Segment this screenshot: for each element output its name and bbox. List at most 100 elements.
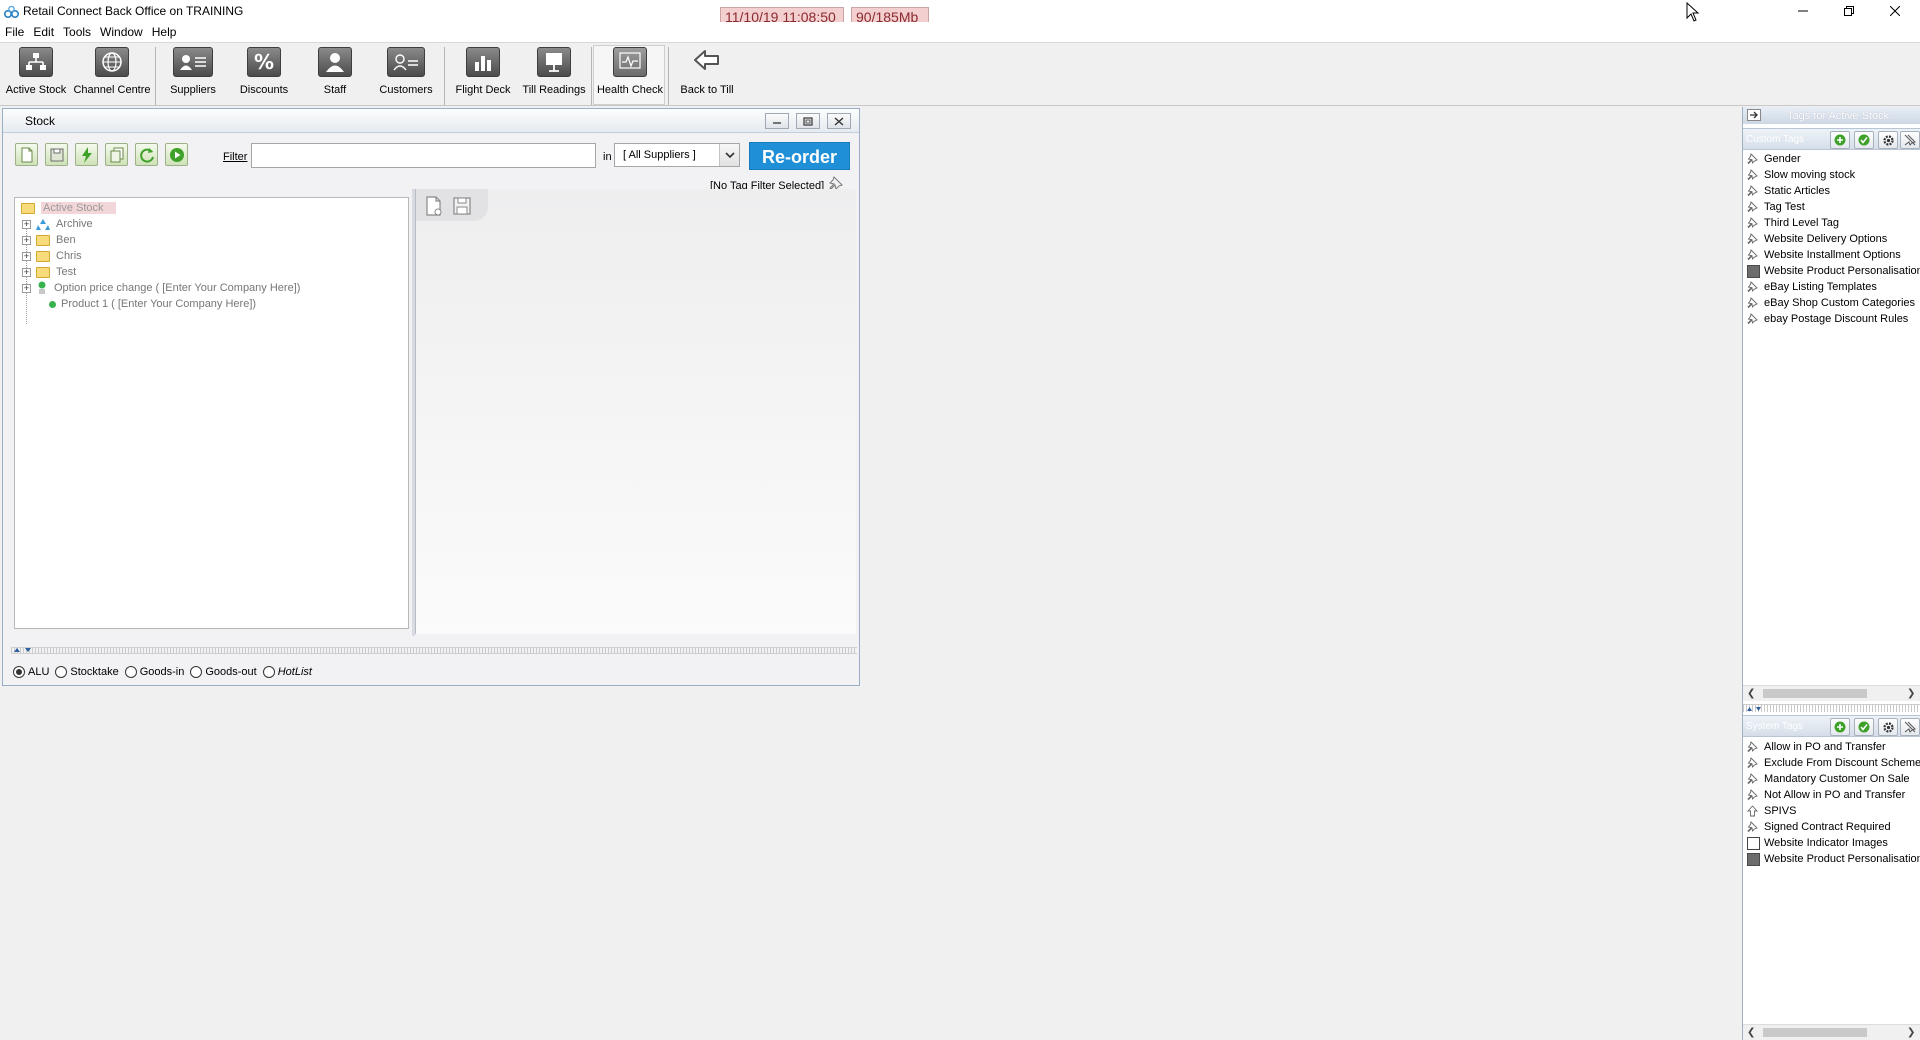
supplier-select[interactable]: [ All Suppliers ] (614, 143, 740, 167)
tag-settings-button[interactable] (1878, 131, 1898, 149)
tree-node-archive[interactable]: + Archive (22, 216, 93, 232)
tree-node-option-price-change[interactable]: + Option price change ( [Enter Your Comp… (22, 280, 300, 296)
save-disk-icon[interactable] (452, 195, 472, 217)
stock-window-title: Stock (25, 114, 56, 128)
supplier-dropdown-button[interactable] (719, 144, 739, 166)
mode-goods-in-radio[interactable]: Goods-in (124, 666, 184, 678)
scroll-left-icon[interactable]: ❮ (1747, 688, 1755, 699)
mode-alu-radio[interactable]: ALU (13, 666, 49, 678)
custom-tag-item[interactable]: Static Articles (1747, 183, 1830, 199)
splitter-arrows-icon[interactable] (13, 646, 35, 654)
play-icon (169, 147, 184, 162)
horizontal-splitter[interactable] (11, 647, 857, 654)
expand-icon[interactable]: + (22, 235, 31, 245)
menu-file[interactable]: File (5, 25, 24, 39)
collapse-arrow-icon[interactable] (1747, 109, 1761, 121)
system-tags-scrollbar[interactable]: ❮ ❯ (1743, 1024, 1920, 1040)
arrow-up-icon (1747, 805, 1758, 817)
stock-minimize-button[interactable] (765, 113, 789, 129)
custom-tag-item[interactable]: Website Delivery Options (1747, 231, 1887, 247)
menu-edit[interactable]: Edit (33, 25, 54, 39)
till-readings-button[interactable]: Till Readings (520, 47, 588, 103)
new-document-icon[interactable] (424, 195, 444, 217)
new-item-button[interactable] (15, 143, 38, 166)
reorder-button[interactable]: Re-order (749, 142, 850, 170)
apply-tag-button[interactable] (1854, 131, 1874, 149)
flight-deck-button[interactable]: Flight Deck (453, 47, 513, 103)
custom-tag-item[interactable]: eBay Shop Custom Categories (1747, 295, 1915, 311)
tree-root-node[interactable]: Active Stock (21, 200, 116, 216)
menu-window[interactable]: Window (100, 25, 143, 39)
scroll-right-icon[interactable]: ❯ (1907, 1027, 1915, 1038)
tag-panel-splitter[interactable] (1743, 704, 1920, 712)
custom-tag-item[interactable]: Third Level Tag (1747, 215, 1839, 231)
system-tag-item[interactable]: Website Indicator Images (1747, 835, 1888, 851)
custom-tags-scrollbar[interactable]: ❮ ❯ (1743, 685, 1920, 701)
save-button[interactable] (45, 143, 68, 166)
menu-help[interactable]: Help (152, 25, 177, 39)
scroll-right-icon[interactable]: ❯ (1907, 688, 1915, 699)
menu-tools[interactable]: Tools (63, 25, 91, 39)
health-check-button[interactable]: Health Check (596, 47, 664, 103)
quick-action-button[interactable] (75, 143, 98, 166)
custom-tag-item[interactable]: Tag Test (1747, 199, 1805, 215)
expand-icon[interactable]: + (22, 219, 31, 229)
custom-tag-item[interactable]: Gender (1747, 151, 1801, 167)
pin-icon (1747, 249, 1758, 261)
stock-close-button[interactable] (827, 113, 851, 129)
system-tag-item[interactable]: SPIVS (1747, 803, 1796, 819)
custom-tag-item[interactable]: Website Product Personalisation (1747, 263, 1920, 279)
tree-node-test[interactable]: + Test (22, 264, 76, 280)
copy-button[interactable] (105, 143, 128, 166)
back-to-till-button[interactable]: Back to Till (675, 47, 739, 103)
system-tag-item[interactable]: Not Allow in PO and Transfer (1747, 787, 1905, 803)
staff-button[interactable]: Staff (305, 47, 365, 103)
add-tag-button[interactable] (1830, 131, 1850, 149)
expand-icon[interactable]: + (22, 251, 31, 261)
mode-stocktake-radio[interactable]: Stocktake (55, 666, 119, 678)
system-tag-item[interactable]: Signed Contract Required (1747, 819, 1891, 835)
customers-button[interactable]: Customers (376, 47, 436, 103)
active-stock-button[interactable]: Active Stock (4, 47, 68, 103)
scroll-left-icon[interactable]: ❮ (1747, 1027, 1755, 1038)
custom-tag-item[interactable]: Website Installment Options (1747, 247, 1901, 263)
system-tag-item[interactable]: Exclude From Discount Scheme (1747, 755, 1920, 771)
mode-hotlist-radio[interactable]: HotList (262, 666, 312, 678)
custom-tag-item[interactable]: Slow moving stock (1747, 167, 1855, 183)
mode-goods-out-radio[interactable]: Goods-out (190, 666, 257, 678)
filter-input[interactable] (251, 143, 596, 168)
stock-tree[interactable]: Active Stock + Archive + Ben + Chris + T… (14, 197, 409, 629)
refresh-button[interactable] (135, 143, 158, 166)
close-icon (834, 116, 844, 126)
expand-icon[interactable]: + (22, 267, 31, 277)
tree-node-ben[interactable]: + Ben (22, 232, 76, 248)
window-close-button[interactable] (1872, 0, 1918, 22)
stock-maximize-button[interactable] (796, 113, 820, 129)
scrollbar-thumb[interactable] (1763, 1028, 1867, 1037)
add-tag-button[interactable] (1830, 718, 1850, 736)
tag-clear-button[interactable] (1900, 131, 1920, 149)
window-minimize-button[interactable] (1780, 0, 1826, 22)
stock-window-titlebar[interactable]: Stock (3, 109, 859, 133)
system-tag-item[interactable]: Allow in PO and Transfer (1747, 739, 1886, 755)
splitter-arrows-icon[interactable] (1746, 705, 1764, 712)
expand-icon[interactable]: + (22, 283, 31, 293)
system-tag-item[interactable]: Mandatory Customer On Sale (1747, 771, 1910, 787)
tree-node-chris[interactable]: + Chris (22, 248, 82, 264)
window-restore-button[interactable] (1826, 0, 1872, 22)
scrollbar-thumb[interactable] (1763, 689, 1867, 698)
suppliers-button[interactable]: Suppliers (163, 47, 223, 103)
folder-icon (36, 234, 50, 246)
custom-tag-item[interactable]: eBay Listing Templates (1747, 279, 1877, 295)
play-button[interactable] (165, 143, 188, 166)
system-tag-item[interactable]: Website Product Personalisation (1747, 851, 1920, 867)
lightning-icon (81, 146, 92, 163)
tree-node-product-1[interactable]: Product 1 ( [Enter Your Company Here]) (49, 296, 256, 312)
discounts-button[interactable]: % Discounts (234, 47, 294, 103)
apply-tag-button[interactable] (1854, 718, 1874, 736)
tag-clear-button[interactable] (1900, 718, 1920, 736)
save-disk-icon (50, 148, 63, 161)
custom-tag-item[interactable]: ebay Postage Discount Rules (1747, 311, 1908, 327)
tag-settings-button[interactable] (1878, 718, 1898, 736)
channel-centre-button[interactable]: Channel Centre (72, 47, 152, 103)
